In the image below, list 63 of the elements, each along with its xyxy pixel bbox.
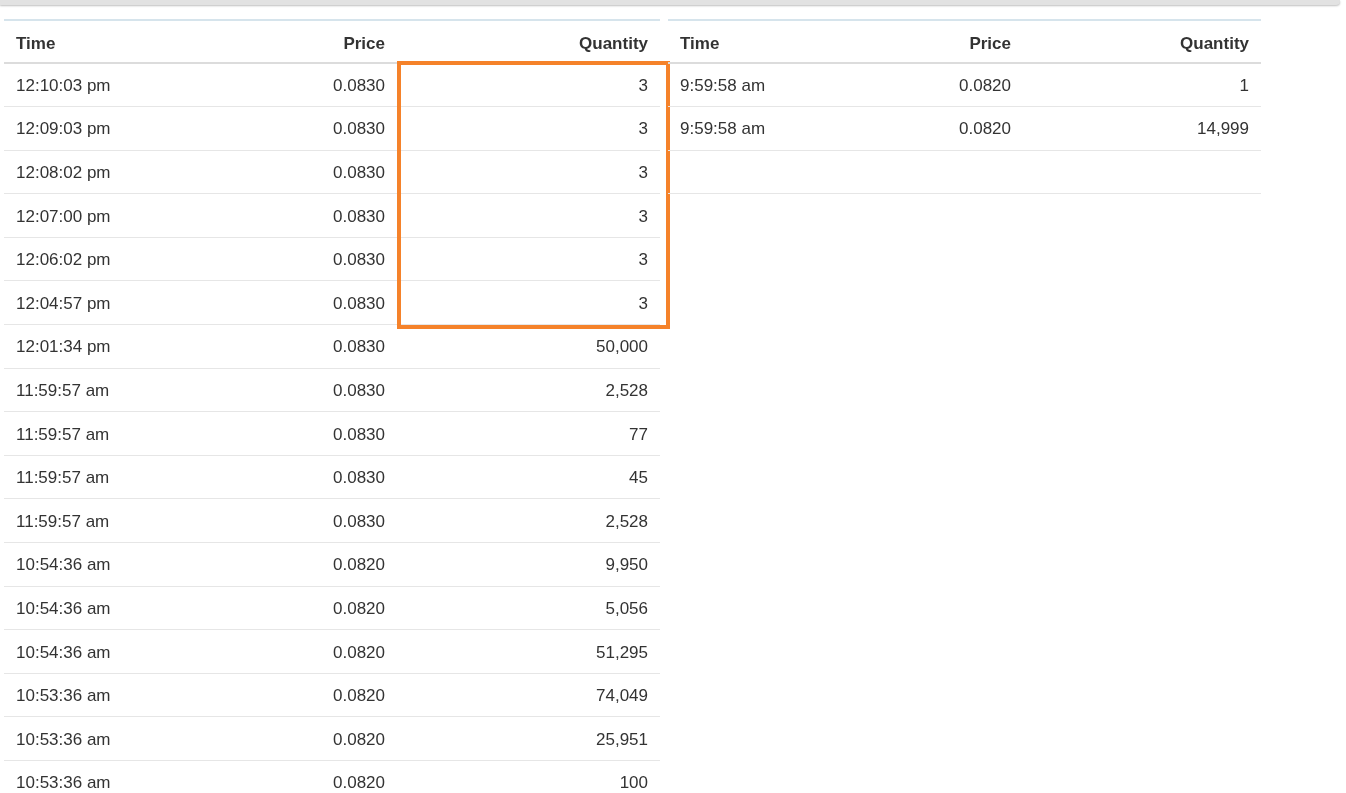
table-cell: 12:01:34 pm (16, 337, 111, 358)
table-cell: 11:59:57 am (16, 424, 110, 445)
table-cell: 0.0820 (333, 555, 385, 576)
table-cell: 10:54:36 am (16, 642, 111, 663)
table-cell: 0.0830 (333, 380, 385, 401)
table-cell: 25,951 (596, 729, 648, 750)
column-header: Time (16, 33, 56, 54)
table-cell: 5,056 (605, 598, 648, 619)
table-cell: 3 (638, 206, 648, 227)
table-cell: 0.0830 (333, 206, 385, 227)
column-header: Quantity (579, 33, 648, 54)
table-cell: 0.0830 (333, 119, 385, 140)
table-cell: 10:53:36 am (16, 686, 111, 707)
table-cell: 12:10:03 pm (16, 76, 111, 97)
column-header: Price (969, 33, 1011, 54)
table-cell: 10:53:36 am (16, 729, 111, 750)
table-cell: 10:53:36 am (16, 773, 111, 793)
table-cell: 14,999 (1197, 119, 1249, 140)
table-cell: 2,528 (605, 511, 648, 532)
table-cell: 12:07:00 pm (16, 206, 111, 227)
table-cell: 0.0830 (333, 76, 385, 97)
table-cell: 11:59:57 am (16, 468, 110, 489)
table-cell: 0.0820 (959, 76, 1011, 97)
table-cell: 12:09:03 pm (16, 119, 111, 140)
table-cell: 0.0820 (333, 686, 385, 707)
table-cell: 9,950 (605, 555, 648, 576)
table-cell: 3 (638, 250, 648, 271)
table-cell: 0.0820 (333, 598, 385, 619)
table-cell: 12:06:02 pm (16, 250, 111, 271)
column-header: Price (343, 33, 385, 54)
table-cell: 50,000 (596, 337, 648, 358)
table-cell: 0.0820 (333, 773, 385, 793)
table-cell: 3 (638, 293, 648, 314)
table-cell: 9:59:58 am (680, 76, 766, 97)
table-cell: 0.0830 (333, 468, 385, 489)
table-cell: 0.0830 (333, 424, 385, 445)
table-cell: 3 (638, 76, 648, 97)
table-cell: 12:08:02 pm (16, 163, 111, 183)
table-cell: 10:54:36 am (16, 598, 111, 619)
table-cell: 10:54:36 am (16, 555, 111, 576)
table-cell: 11:59:57 am (16, 380, 110, 401)
column-header: Quantity (1180, 33, 1249, 54)
column-header: Time (680, 33, 720, 54)
table-cell: 0.0830 (333, 250, 385, 271)
table-cell: 11:59:57 am (16, 511, 110, 532)
table-cell: 0.0820 (333, 642, 385, 663)
table-cell: 51,295 (596, 642, 648, 663)
table-cell: 2,528 (605, 380, 648, 401)
table-cell: 0.0830 (333, 293, 385, 314)
table-cell: 9:59:58 am (680, 119, 766, 140)
table-cell: 74,049 (596, 686, 648, 707)
table-cell: 3 (638, 119, 648, 140)
table-cell: 0.0830 (333, 337, 385, 358)
table-cell: 100 (619, 773, 648, 793)
table-cell: 77 (629, 424, 648, 445)
table-cell: 1 (1239, 76, 1249, 97)
table-cell: 0.0830 (333, 163, 385, 183)
table-cell: 0.0830 (333, 511, 385, 532)
table-cell: 45 (629, 468, 648, 489)
table-cell: 0.0820 (959, 119, 1011, 140)
table-cell: 0.0820 (333, 729, 385, 750)
table-cell: 12:04:57 pm (16, 293, 111, 314)
table-cell: 3 (638, 163, 648, 183)
